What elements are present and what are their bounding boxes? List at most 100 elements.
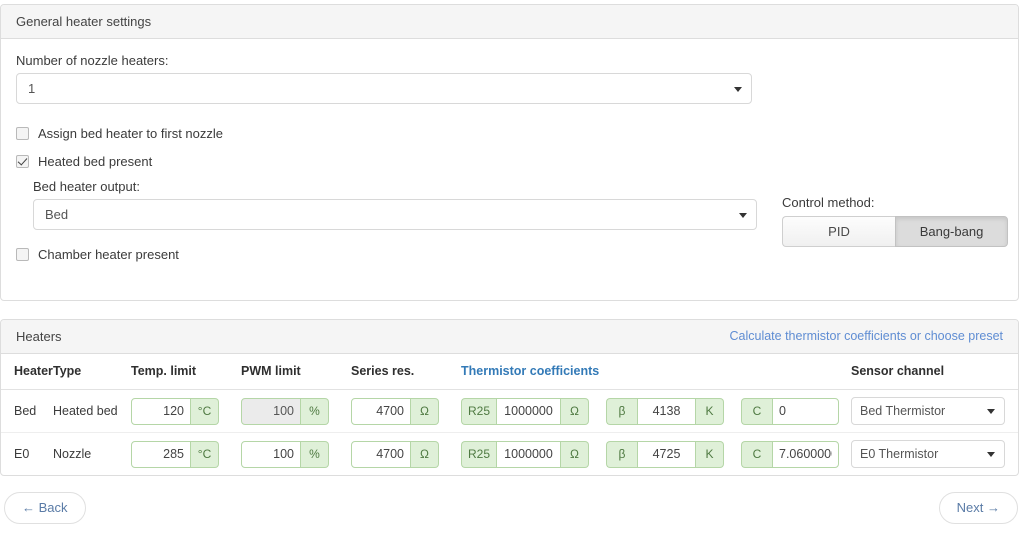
calculate-thermistor-coefficients-link[interactable]: Calculate thermistor coefficients or cho… (729, 329, 1003, 343)
series-res-input[interactable] (351, 440, 411, 468)
beta-input[interactable] (637, 440, 696, 468)
column-header-type: Type (53, 354, 131, 390)
column-header-spacer-beta (606, 354, 741, 390)
cell-c-coefficient: C (741, 389, 851, 433)
heater-config-page: General heater settings Number of nozzle… (0, 0, 1024, 538)
column-header-series-res: Series res. (351, 354, 461, 390)
series-res-unit-addon: Ω (411, 397, 439, 425)
beta-prefix-addon: β (606, 440, 637, 468)
chamber-heater-present-row[interactable]: Chamber heater present (16, 247, 1003, 262)
control-method-group: Control method: PID Bang-bang (782, 195, 1008, 247)
nozzle-count-select-wrapper: 1 (16, 73, 752, 104)
heaters-table-head: Heater Type Temp. limit PWM limit Series… (1, 354, 1018, 390)
r25-prefix-addon: R25 (461, 440, 497, 468)
bed-heater-output-select[interactable]: Bed (33, 199, 757, 230)
heaters-table-body: Bed Heated bed °C % (1, 389, 1018, 476)
next-button[interactable]: Next → (938, 492, 1018, 524)
heaters-header-row: Heater Type Temp. limit PWM limit Series… (1, 354, 1018, 390)
column-header-thermistor-coefficients: Thermistor coefficients (461, 354, 606, 390)
sensor-channel-select[interactable]: E0 Thermistor (851, 440, 1005, 468)
column-header-temp-limit: Temp. limit (131, 354, 241, 390)
pwm-limit-unit-addon: % (301, 397, 329, 425)
beta-prefix-addon: β (606, 397, 637, 425)
temp-limit-input[interactable] (131, 397, 191, 425)
column-header-spacer-c (741, 354, 851, 390)
control-method-label: Control method: (782, 195, 875, 210)
r25-input-group: R25 Ω (461, 440, 589, 468)
heated-bed-present-checkbox[interactable] (16, 155, 29, 168)
beta-input-group: β K (606, 440, 724, 468)
bed-heater-output-label: Bed heater output: (33, 179, 140, 194)
cell-r25: R25 Ω (461, 389, 606, 433)
heated-bed-present-label: Heated bed present (38, 154, 153, 169)
general-panel-heading: General heater settings (1, 5, 1018, 39)
back-button[interactable]: ← Back (4, 492, 86, 524)
c-prefix-addon: C (741, 397, 772, 425)
series-res-input[interactable] (351, 397, 411, 425)
pwm-limit-input[interactable] (241, 397, 301, 425)
temp-limit-input-group: °C (131, 397, 219, 425)
series-res-input-group: Ω (351, 440, 439, 468)
cell-heater-name: E0 (14, 447, 30, 461)
cell-series-res: Ω (351, 389, 461, 433)
series-res-unit-addon: Ω (411, 440, 439, 468)
pwm-limit-input-group: % (241, 440, 329, 468)
cell-sensor-channel: Bed Thermistor (851, 389, 1018, 433)
assign-bed-heater-checkbox[interactable] (16, 127, 29, 140)
c-input[interactable] (772, 397, 839, 425)
cell-beta: β K (606, 389, 741, 433)
cell-series-res: Ω (351, 433, 461, 476)
cell-heater-type: Nozzle (53, 447, 92, 461)
c-input-group: C (741, 440, 839, 468)
cell-temp-limit: °C (131, 433, 241, 476)
sensor-channel-select-wrapper: Bed Thermistor (851, 397, 1005, 425)
nozzle-count-select[interactable]: 1 (16, 73, 752, 104)
general-panel-title: General heater settings (16, 14, 152, 29)
table-row: E0 Nozzle °C % (1, 433, 1018, 476)
table-row: Bed Heated bed °C % (1, 389, 1018, 433)
r25-prefix-addon: R25 (461, 397, 497, 425)
beta-input-group: β K (606, 397, 724, 425)
heaters-panel-body: Heater Type Temp. limit PWM limit Series… (1, 354, 1018, 475)
general-heater-settings-panel: General heater settings Number of nozzle… (0, 4, 1019, 301)
heaters-panel: Heaters Calculate thermistor coefficient… (0, 319, 1019, 476)
heaters-panel-heading: Heaters Calculate thermistor coefficient… (1, 320, 1018, 354)
heated-bed-present-row[interactable]: Heated bed present (16, 154, 1003, 169)
bed-heater-output-block: Bed heater output: Bed (33, 179, 757, 230)
column-header-pwm-limit: PWM limit (241, 354, 351, 390)
r25-input-group: R25 Ω (461, 397, 589, 425)
r25-input[interactable] (496, 440, 561, 468)
heaters-panel-title: Heaters (16, 329, 62, 344)
assign-bed-heater-row[interactable]: Assign bed heater to first nozzle (16, 126, 1003, 141)
cell-temp-limit: °C (131, 389, 241, 433)
nozzle-count-label: Number of nozzle heaters: (16, 53, 169, 68)
c-prefix-addon: C (741, 440, 772, 468)
cell-pwm-limit: % (241, 433, 351, 476)
sensor-channel-select[interactable]: Bed Thermistor (851, 397, 1005, 425)
assign-bed-heater-label: Assign bed heater to first nozzle (38, 126, 223, 141)
cell-heater-type: Heated bed (53, 389, 131, 433)
temp-limit-input-group: °C (131, 440, 219, 468)
cell-sensor-channel: E0 Thermistor (851, 433, 1018, 476)
bed-heater-output-select-wrapper: Bed (33, 199, 757, 230)
control-method-bangbang-button[interactable]: Bang-bang (895, 216, 1008, 247)
pwm-limit-input[interactable] (241, 440, 301, 468)
heaters-table: Heater Type Temp. limit PWM limit Series… (1, 354, 1018, 475)
temp-limit-input[interactable] (131, 440, 191, 468)
c-input[interactable] (772, 440, 839, 468)
cell-heater-name: Bed (1, 389, 53, 433)
series-res-input-group: Ω (351, 397, 439, 425)
control-method-pid-button[interactable]: PID (782, 216, 895, 247)
r25-input[interactable] (496, 397, 561, 425)
beta-input[interactable] (637, 397, 696, 425)
chamber-heater-present-checkbox[interactable] (16, 248, 29, 261)
pwm-limit-unit-addon: % (301, 440, 329, 468)
chamber-heater-present-label: Chamber heater present (38, 247, 179, 262)
temp-limit-unit-addon: °C (191, 397, 219, 425)
beta-unit-addon: K (696, 397, 724, 425)
temp-limit-unit-addon: °C (191, 440, 219, 468)
column-header-sensor-channel: Sensor channel (851, 354, 1018, 390)
sensor-channel-select-wrapper: E0 Thermistor (851, 440, 1005, 468)
r25-unit-addon: Ω (561, 397, 589, 425)
cell-r25: R25 Ω (461, 433, 606, 476)
